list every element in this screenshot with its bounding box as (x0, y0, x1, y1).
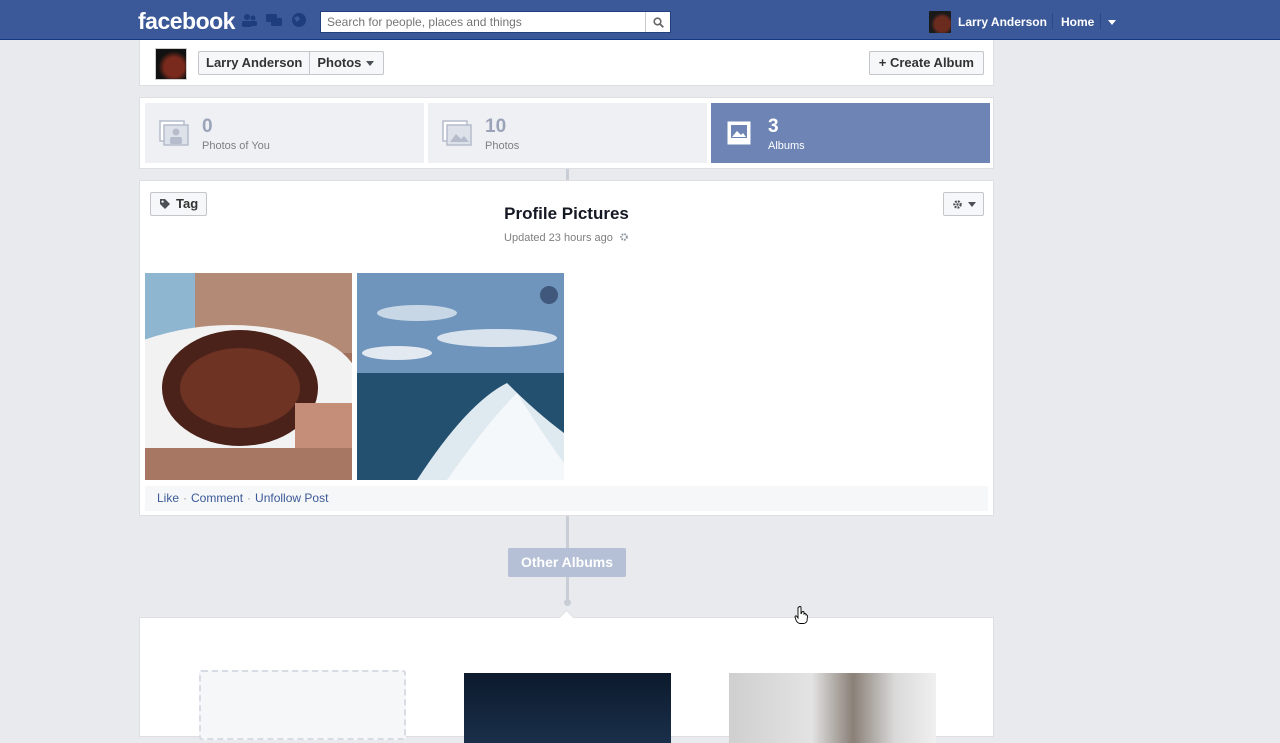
photos-header: Larry Anderson Photos + Create Album (139, 40, 994, 86)
album-actions: Like · Comment · Unfollow Post (145, 486, 988, 511)
comment-link[interactable]: Comment (191, 491, 243, 505)
tile-label: Photos of You (202, 140, 270, 152)
album-updated-text: Updated 23 hours ago (504, 232, 613, 244)
like-link[interactable]: Like (157, 491, 179, 505)
hand-cursor-icon (794, 606, 808, 624)
top-navigation-bar: facebook Larry Anderson Home (0, 0, 1280, 40)
privacy-gear-icon[interactable] (619, 232, 629, 242)
album-photo[interactable] (357, 273, 564, 480)
breadcrumb-section[interactable]: Photos (310, 52, 368, 74)
separator: · (247, 491, 252, 505)
empty-album-placeholder[interactable] (199, 670, 406, 740)
search-input[interactable] (321, 12, 647, 32)
album-card: Tag Profile Pictures Updated 23 hours ag… (139, 180, 994, 516)
album-photo[interactable] (145, 273, 352, 480)
nav-home-link[interactable]: Home (1061, 15, 1094, 29)
facebook-logo[interactable]: facebook (138, 8, 235, 35)
timeline-connector (566, 169, 569, 180)
search-box (320, 11, 671, 33)
nav-divider (1100, 13, 1101, 29)
search-icon (652, 16, 664, 28)
photos-icon (442, 120, 472, 146)
messages-icon[interactable] (266, 13, 282, 27)
album-thumbnail[interactable] (464, 673, 671, 743)
tile-count: 10 (485, 116, 507, 137)
sunglasses-photo (145, 273, 352, 480)
friend-requests-icon[interactable] (241, 13, 257, 27)
nav-divider (1052, 13, 1053, 29)
other-albums-grid (139, 609, 994, 743)
account-menu-chevron-down-icon[interactable] (1108, 20, 1116, 25)
create-album-button[interactable]: + Create Album (868, 51, 984, 75)
tile-count: 0 (202, 116, 213, 137)
album-title[interactable]: Profile Pictures (140, 204, 993, 224)
timeline-connector (566, 516, 569, 548)
timeline-connector (566, 577, 569, 599)
album-updated: Updated 23 hours ago (140, 232, 993, 244)
profile-avatar[interactable] (155, 48, 187, 80)
timeline-notch (558, 609, 575, 626)
search-button[interactable] (645, 12, 670, 32)
photo-summary-tiles: 0 Photos of You 10 Photos 3 Albums (139, 97, 994, 169)
nav-profile-name[interactable]: Larry Anderson (958, 15, 1047, 29)
boat-wake-photo (357, 273, 564, 480)
tile-count: 3 (768, 116, 779, 137)
nav-profile-avatar[interactable] (929, 11, 951, 33)
tile-photos-of-you[interactable]: 0 Photos of You (145, 103, 424, 163)
notifications-globe-icon[interactable] (291, 13, 307, 27)
breadcrumb-profile-name[interactable]: Larry Anderson (199, 52, 309, 74)
album-thumbnail[interactable] (729, 673, 936, 743)
breadcrumb: Larry Anderson Photos (198, 51, 385, 75)
chevron-down-icon[interactable] (366, 60, 375, 66)
timeline-dot (564, 599, 571, 606)
tile-albums[interactable]: 3 Albums (711, 103, 990, 163)
separator: · (183, 491, 188, 505)
albums-icon (727, 121, 751, 145)
tile-label: Photos (485, 140, 520, 152)
tile-label: Albums (768, 140, 805, 152)
photos-of-you-icon (159, 120, 189, 146)
tile-photos[interactable]: 10 Photos (428, 103, 707, 163)
other-albums-button[interactable]: Other Albums (508, 548, 626, 577)
unfollow-post-link[interactable]: Unfollow Post (255, 491, 328, 505)
